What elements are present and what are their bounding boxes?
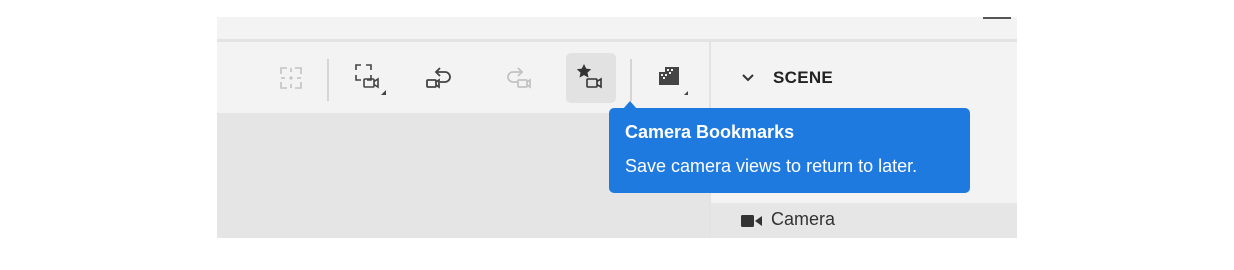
frame-camera-icon (355, 64, 386, 95)
scene-section-header[interactable]: SCENE (741, 68, 833, 88)
tooltip-pointer (623, 101, 637, 109)
undo-camera-icon (426, 67, 451, 89)
window-control-icon[interactable] (983, 17, 1011, 19)
frame-camera-button[interactable] (344, 53, 394, 103)
scene-item-camera[interactable]: Camera (711, 203, 1017, 238)
scene-section-title: SCENE (773, 68, 834, 87)
tooltip-title: Camera Bookmarks (625, 122, 795, 142)
top-bar (217, 17, 1017, 39)
redo-camera-button[interactable] (493, 53, 543, 103)
scene-item-label: Camera (771, 209, 836, 229)
render-preview-button[interactable] (646, 53, 696, 103)
undo-camera-button[interactable] (415, 53, 465, 103)
star-camera-icon (576, 64, 602, 89)
chevron-down-icon[interactable] (741, 73, 755, 83)
frame-selection-button[interactable] (266, 53, 316, 103)
camera-bookmarks-button[interactable] (566, 53, 616, 103)
camera-icon (741, 215, 762, 227)
toolbar-separator (630, 59, 632, 101)
tooltip: Camera Bookmarks Save camera views to re… (609, 101, 970, 193)
frame-icon (280, 67, 302, 89)
toolbar-separator (327, 59, 329, 101)
redo-camera-icon (507, 67, 531, 89)
render-icon (659, 67, 688, 95)
tooltip-body: Save camera views to return to later. (625, 156, 918, 176)
